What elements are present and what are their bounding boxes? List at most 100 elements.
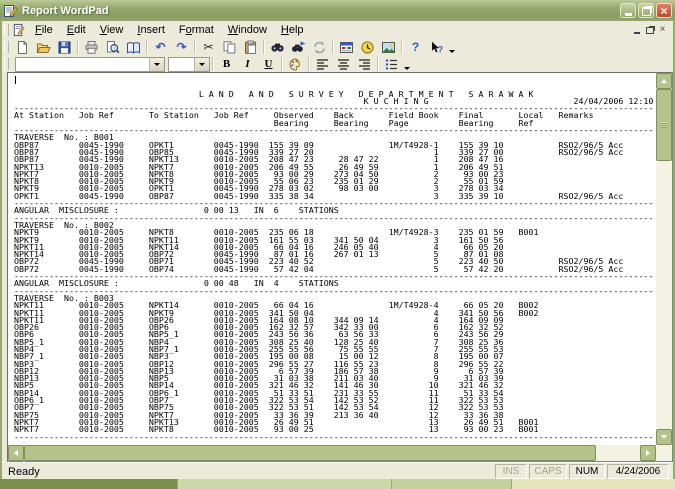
new-document-icon (15, 40, 30, 55)
cut-icon: ✂ (203, 41, 213, 53)
bullets-button[interactable] (381, 56, 402, 73)
restore-button[interactable] (638, 3, 654, 18)
date-time-button[interactable] (357, 39, 378, 56)
horizontal-scrollbar[interactable] (8, 445, 656, 461)
picture-button[interactable] (378, 39, 399, 56)
align-center-button[interactable] (333, 56, 354, 73)
scroll-left-button[interactable] (8, 445, 24, 461)
svg-text:?: ? (438, 44, 444, 54)
taskbar-button[interactable] (0, 479, 178, 489)
date-time-icon (360, 40, 375, 55)
replace-button[interactable] (309, 39, 330, 56)
menu-edit[interactable]: Edit (60, 22, 93, 38)
datasheet-button[interactable] (336, 39, 357, 56)
scroll-up-button[interactable] (656, 73, 672, 89)
toolbar-gripper[interactable] (4, 24, 9, 36)
save-button[interactable] (54, 39, 75, 56)
help-button[interactable]: ? (405, 39, 426, 56)
scroll-down-button[interactable] (656, 429, 672, 445)
italic-button[interactable]: I (237, 56, 258, 73)
font-name-combo[interactable] (15, 57, 165, 72)
font-size-combo[interactable] (168, 57, 210, 72)
paste-button[interactable] (240, 39, 261, 56)
open-folder-button[interactable] (33, 39, 54, 56)
context-help-icon: ? (429, 40, 444, 55)
help-icon: ? (412, 41, 419, 53)
print-icon (84, 40, 99, 55)
document-area: L A N D A N D S U R V E Y D E P A R T M … (7, 72, 673, 462)
num-indicator: NUM (569, 464, 605, 479)
chevron-down-icon[interactable] (194, 58, 209, 71)
menu-help[interactable]: Help (274, 22, 311, 38)
taskbar-button[interactable] (392, 479, 512, 489)
mdi-restore-icon (646, 27, 654, 34)
mdi-window-buttons: × (630, 24, 669, 36)
scroll-right-button[interactable] (640, 445, 656, 461)
menu-insert[interactable]: Insert (130, 22, 172, 38)
status-bar: Ready INS CAPS NUM 4/24/2006 (2, 462, 673, 480)
underline-button[interactable]: U (258, 56, 279, 73)
close-icon: × (660, 5, 667, 17)
menu-window[interactable]: Window (221, 22, 274, 38)
status-date: 4/24/2006 (607, 464, 669, 479)
find-icon (270, 40, 285, 55)
bullets-icon (384, 57, 399, 72)
copy-button[interactable] (219, 39, 240, 56)
toolbar-gripper[interactable] (4, 58, 9, 70)
caps-indicator: CAPS (529, 464, 567, 479)
book-button[interactable] (123, 39, 144, 56)
context-help-button[interactable]: ? (426, 39, 447, 56)
redo-icon: ↷ (176, 41, 186, 53)
title-bar[interactable]: Report WordPad × (0, 0, 675, 21)
status-message: Ready (2, 466, 495, 478)
taskbar-button[interactable] (178, 479, 392, 489)
picture-icon (381, 40, 396, 55)
toolbar-options-chevron[interactable] (402, 55, 411, 73)
minimize-button[interactable] (620, 3, 636, 18)
taskbar[interactable] (0, 479, 675, 489)
close-button[interactable]: × (656, 3, 672, 18)
chevron-down-icon[interactable] (149, 58, 164, 71)
menu-view[interactable]: View (93, 22, 131, 38)
arrow-right-icon (646, 450, 650, 456)
vertical-scrollbar[interactable] (656, 73, 672, 445)
bold-button[interactable]: B (216, 56, 237, 73)
replace-icon (312, 40, 327, 55)
print-preview-button[interactable] (102, 39, 123, 56)
menu-bar: FileEditViewInsertFormatWindowHelp × (2, 21, 673, 39)
align-center-icon (336, 57, 351, 72)
undo-button[interactable]: ↶ (150, 39, 171, 56)
toolbar-gripper[interactable] (4, 41, 9, 53)
mdi-minimize-button[interactable] (630, 24, 643, 36)
horizontal-scroll-thumb[interactable] (24, 445, 596, 461)
align-left-button[interactable] (312, 56, 333, 73)
toolbar-options-chevron[interactable] (447, 38, 456, 56)
print-preview-icon (105, 40, 120, 55)
redo-button[interactable]: ↷ (171, 39, 192, 56)
restore-icon (642, 7, 651, 16)
undo-icon: ↶ (155, 41, 165, 53)
find-button[interactable] (267, 39, 288, 56)
standard-toolbar: ↶ ↷ ✂?? (2, 38, 673, 57)
book-icon (126, 40, 141, 55)
document-page[interactable]: L A N D A N D S U R V E Y D E P A R T M … (8, 73, 656, 445)
open-folder-icon (36, 40, 51, 55)
find-next-icon (291, 40, 306, 55)
new-document-button[interactable] (12, 39, 33, 56)
cut-button[interactable]: ✂ (198, 39, 219, 56)
align-right-button[interactable] (354, 56, 375, 73)
window-title: Report WordPad (22, 5, 109, 17)
color-button[interactable] (285, 56, 306, 73)
menu-file[interactable]: File (28, 22, 60, 38)
mdi-restore-button[interactable] (643, 24, 656, 36)
taskbar-tray[interactable] (512, 479, 675, 489)
save-icon (57, 40, 72, 55)
find-next-button[interactable] (288, 39, 309, 56)
mdi-close-button[interactable]: × (656, 24, 669, 36)
document-text[interactable]: L A N D A N D S U R V E Y D E P A R T M … (8, 73, 656, 441)
menu-format[interactable]: Format (172, 22, 221, 38)
ins-indicator: INS (495, 464, 527, 479)
vertical-scroll-thumb[interactable] (656, 89, 672, 161)
arrow-left-icon (14, 450, 18, 456)
print-button[interactable] (81, 39, 102, 56)
